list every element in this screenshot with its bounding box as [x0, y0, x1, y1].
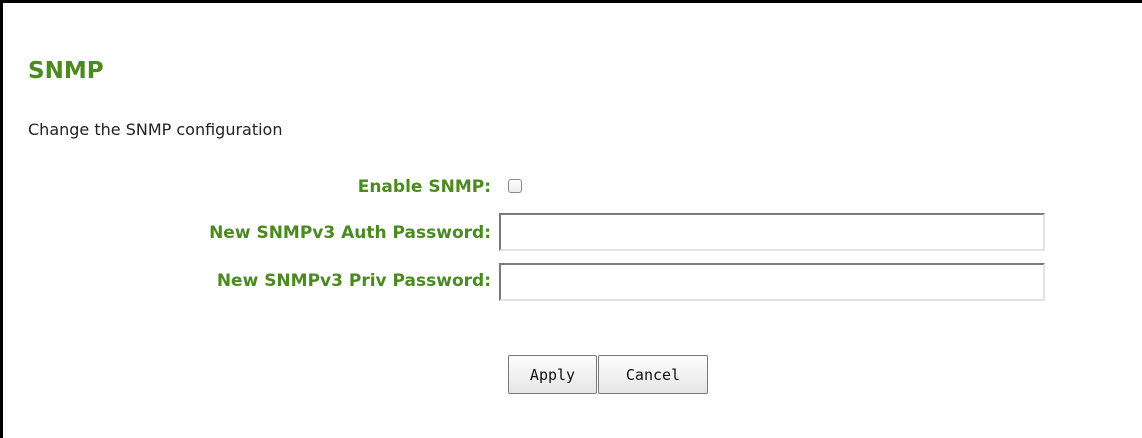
page-description: Change the SNMP configuration [28, 120, 283, 139]
auth-password-label: New SNMPv3 Auth Password: [209, 223, 491, 243]
apply-button[interactable]: Apply [508, 355, 597, 394]
priv-password-label: New SNMPv3 Priv Password: [216, 271, 491, 291]
enable-snmp-checkbox[interactable] [508, 179, 522, 193]
page-title: SNMP [28, 58, 104, 84]
content-panel: SNMP Change the SNMP configuration Enabl… [0, 0, 1142, 438]
enable-snmp-label: Enable SNMP: [357, 177, 491, 197]
priv-password-input[interactable] [499, 263, 1045, 301]
auth-password-input[interactable] [499, 213, 1045, 251]
cancel-button[interactable]: Cancel [598, 355, 708, 394]
